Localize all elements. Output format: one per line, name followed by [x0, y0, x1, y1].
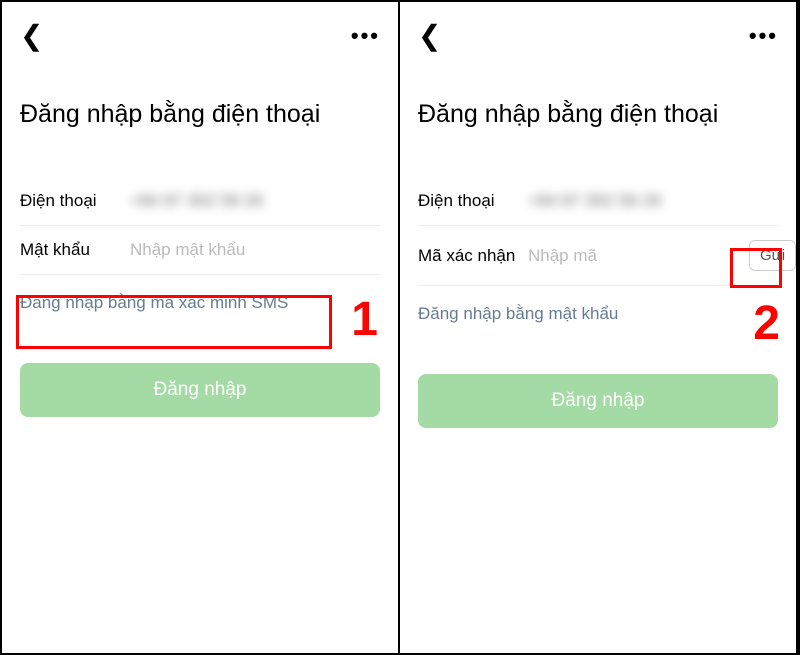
page-title: Đăng nhập bằng điện thoại	[418, 100, 778, 129]
login-button[interactable]: Đăng nhập	[418, 374, 778, 428]
back-icon[interactable]: ❮	[418, 22, 441, 50]
password-label: Mật khẩu	[20, 240, 130, 260]
page-title: Đăng nhập bằng điện thoại	[20, 100, 380, 129]
screen-right: ❮ ••• Đăng nhập bằng điện thoại Điện tho…	[400, 2, 798, 653]
phone-label: Điện thoại	[418, 191, 528, 211]
password-login-link[interactable]: Đăng nhập bằng mật khẩu	[418, 286, 778, 334]
header: ❮ •••	[20, 20, 380, 52]
code-input[interactable]	[528, 246, 749, 266]
header: ❮ •••	[418, 20, 778, 52]
more-icon[interactable]: •••	[749, 23, 778, 49]
code-field-row: Mã xác nhận Gửi	[418, 226, 778, 286]
more-icon[interactable]: •••	[351, 23, 380, 49]
back-icon[interactable]: ❮	[20, 22, 43, 50]
phone-field-row: Điện thoại +84 97 352 59 29	[20, 177, 380, 226]
step-number-1: 1	[351, 292, 378, 347]
step-number-2: 2	[753, 296, 780, 351]
send-code-button[interactable]: Gửi	[749, 240, 796, 271]
phone-field-row: Điện thoại +84 97 352 59 29	[418, 177, 778, 226]
phone-value: +84 97 352 59 29	[130, 191, 263, 211]
code-label: Mã xác nhận	[418, 246, 528, 266]
phone-value: +84 97 352 59 29	[528, 191, 661, 211]
login-button[interactable]: Đăng nhập	[20, 363, 380, 417]
screen-left: ❮ ••• Đăng nhập bằng điện thoại Điện tho…	[2, 2, 400, 653]
phone-label: Điện thoại	[20, 191, 130, 211]
password-field-row: Mật khẩu	[20, 226, 380, 275]
sms-login-link[interactable]: Đăng nhập bằng mã xác minh SMS	[20, 275, 380, 323]
password-input[interactable]	[130, 240, 380, 260]
